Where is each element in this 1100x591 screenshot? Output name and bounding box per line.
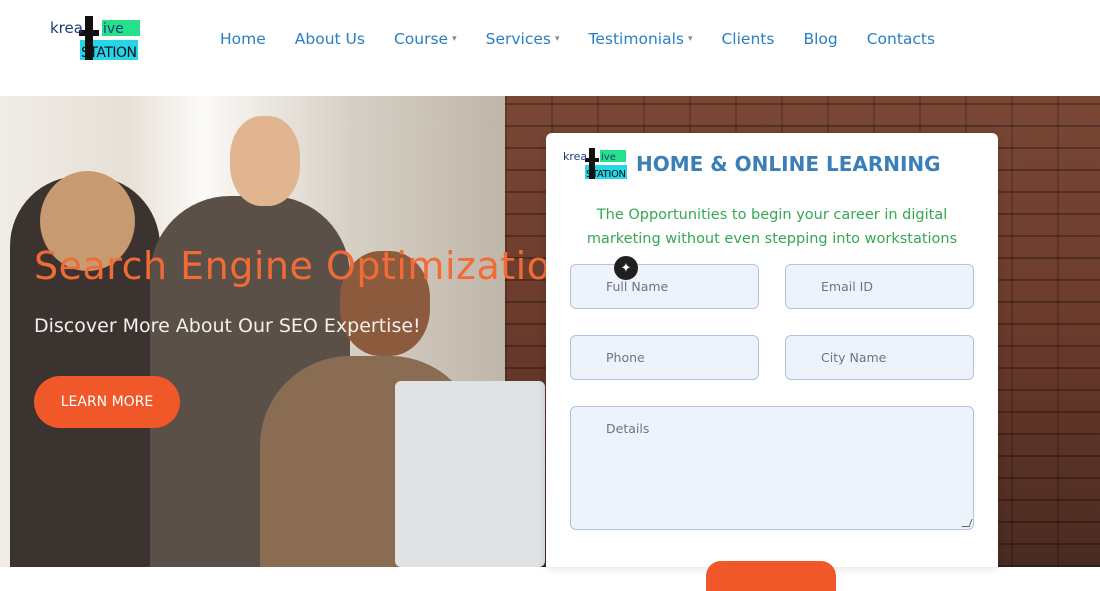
resize-handle-icon[interactable] — [961, 519, 973, 527]
nav-home[interactable]: Home — [220, 30, 266, 48]
hero-title: Search Engine Optimizatio — [34, 244, 551, 288]
logo-text-krea: krea — [50, 19, 83, 37]
panel-description: The Opportunities to begin your career i… — [586, 207, 958, 247]
nav-about-us[interactable]: About Us — [295, 30, 365, 48]
city-input[interactable]: City Name — [785, 335, 974, 380]
panel-logo-krea: krea — [563, 150, 587, 163]
nav-course[interactable]: Course ▾ — [394, 30, 457, 48]
chat-sparkle-icon[interactable]: ✦ — [614, 256, 638, 280]
hero-subtitle: Discover More About Our SEO Expertise! — [34, 315, 421, 337]
computer-monitor — [395, 381, 545, 567]
panel-logo: krea ive STATION — [563, 147, 629, 181]
nav-contacts[interactable]: Contacts — [867, 30, 935, 48]
site-header: krea ive STATION Home About Us Course ▾ S… — [0, 0, 1100, 96]
logo-text-ive: ive — [103, 21, 124, 37]
submit-button[interactable] — [706, 561, 836, 591]
caret-down-icon: ▾ — [555, 34, 560, 44]
caret-down-icon: ▾ — [687, 34, 693, 44]
learn-more-button[interactable]: LEARN MORE — [34, 376, 180, 428]
nav-clients[interactable]: Clients — [721, 30, 774, 48]
site-logo[interactable]: krea ive STATION — [50, 14, 142, 64]
main-nav: Home About Us Course ▾ Services ▾ Testimon… — [220, 30, 935, 48]
caret-down-icon: ▾ — [452, 34, 457, 44]
logo-text-station: STATION — [81, 45, 137, 61]
person-standing-man-head — [230, 116, 300, 206]
panel-title: HOME & ONLINE LEARNING — [636, 152, 941, 176]
email-input[interactable]: Email ID — [785, 264, 974, 309]
nav-services[interactable]: Services ▾ — [486, 30, 560, 48]
panel-logo-ive: ive — [601, 152, 616, 163]
phone-input[interactable]: Phone — [570, 335, 759, 380]
nav-blog[interactable]: Blog — [803, 30, 837, 48]
nav-testimonials[interactable]: Testimonials ▾ — [589, 30, 693, 48]
full-name-input[interactable]: Full Name — [570, 264, 759, 309]
details-textarea[interactable]: Details — [570, 406, 974, 530]
panel-logo-station: STATION — [586, 169, 626, 180]
enquiry-form-panel: krea ive STATION HOME & ONLINE LEARNING … — [546, 133, 998, 591]
